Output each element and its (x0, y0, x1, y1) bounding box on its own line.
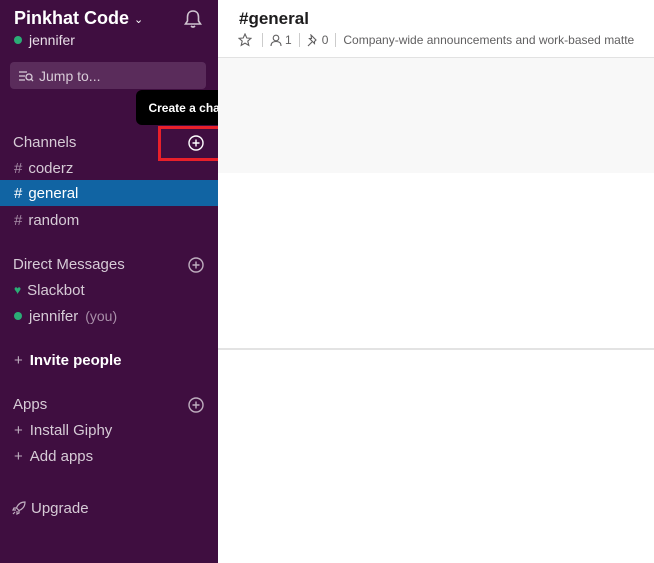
star-icon[interactable] (238, 33, 252, 47)
sidebar-item-random[interactable]: # random (0, 207, 218, 233)
invite-label: Invite people (29, 351, 122, 369)
jump-to-label: Jump to... (39, 67, 101, 84)
dm-item-jennifer[interactable]: jennifer (you) (0, 303, 218, 329)
hash-icon: # (14, 211, 23, 229)
messages-area (218, 58, 654, 173)
channel-view: #general 1 0 Company-wide announcements … (218, 0, 654, 563)
heart-icon: ♥ (14, 283, 22, 297)
channel-title[interactable]: #general (239, 9, 309, 29)
plus-icon: + (14, 421, 23, 439)
hash-icon: # (14, 184, 23, 202)
plus-icon: + (14, 351, 23, 369)
bell-icon[interactable] (182, 8, 204, 30)
jump-to-icon (19, 70, 34, 81)
dm-item-slackbot[interactable]: ♥ Slackbot (0, 277, 218, 303)
rocket-icon (12, 501, 26, 515)
current-user[interactable]: jennifer (14, 32, 75, 48)
plus-icon: + (14, 447, 23, 465)
hash-icon: # (14, 159, 23, 177)
add-dm-icon[interactable] (188, 257, 204, 273)
sidebar: Pinkhat Code ⌄ jennifer Jump to... Chann… (0, 0, 218, 563)
member-count[interactable]: 1 (285, 33, 292, 47)
presence-dot (14, 312, 22, 320)
team-switcher[interactable]: Pinkhat Code ⌄ (14, 8, 143, 29)
jump-to-button[interactable]: Jump to... (10, 62, 206, 89)
apps-heading[interactable]: Apps (13, 396, 47, 413)
presence-dot (14, 36, 22, 44)
team-name[interactable]: Pinkhat Code (14, 8, 129, 29)
panel-divider (218, 348, 654, 350)
channel-label: coderz (28, 159, 74, 177)
add-app-icon[interactable] (188, 397, 204, 413)
channels-heading[interactable]: Channels (13, 134, 76, 151)
divider (335, 33, 337, 47)
install-giphy-button[interactable]: + Install Giphy (0, 417, 218, 443)
app-label: Install Giphy (29, 421, 113, 439)
upgrade-label: Upgrade (31, 499, 89, 517)
pin-icon[interactable] (307, 33, 319, 47)
member-icon[interactable] (270, 34, 282, 47)
upgrade-button[interactable]: Upgrade (0, 495, 218, 521)
invite-people-button[interactable]: + Invite people (0, 347, 218, 373)
chevron-down-icon[interactable]: ⌄ (134, 13, 143, 26)
dm-label: jennifer (29, 307, 79, 325)
divider (262, 33, 263, 47)
channel-label: random (28, 211, 80, 229)
direct-messages-heading[interactable]: Direct Messages (13, 256, 125, 273)
add-apps-button[interactable]: + Add apps (0, 443, 218, 469)
channel-topic[interactable]: Company-wide announcements and work-base… (343, 33, 634, 47)
divider (298, 33, 300, 47)
app-label: Add apps (29, 447, 94, 465)
dm-label: Slackbot (27, 281, 85, 299)
pinned-count[interactable]: 0 (322, 33, 329, 47)
channel-label: general (28, 184, 79, 202)
user-name: jennifer (29, 32, 75, 48)
you-suffix: (you) (85, 308, 118, 324)
channel-meta: 1 0 Company-wide announcements and work-… (238, 33, 634, 47)
sidebar-item-general[interactable]: # general (0, 180, 218, 206)
